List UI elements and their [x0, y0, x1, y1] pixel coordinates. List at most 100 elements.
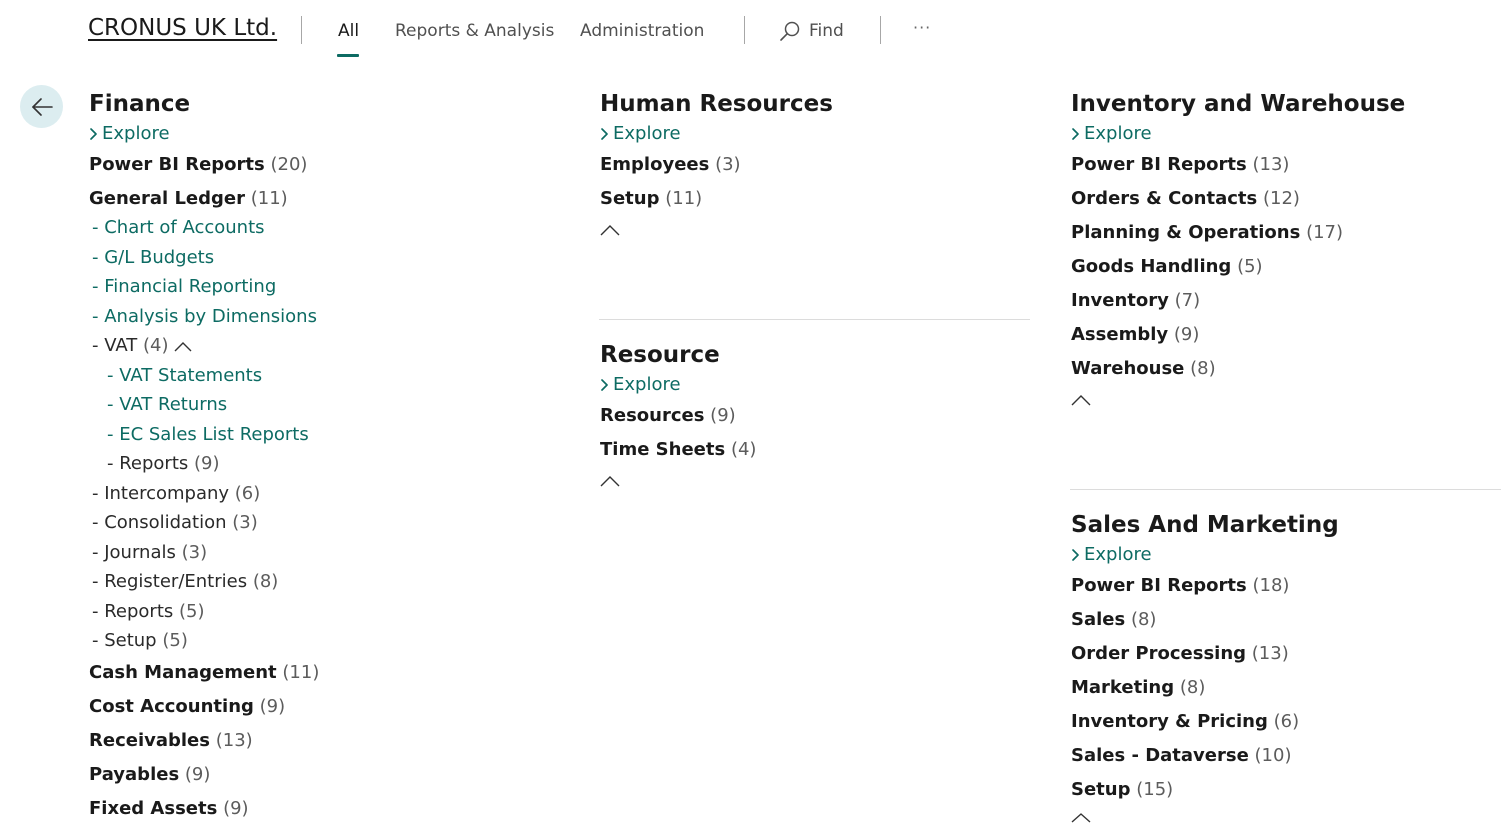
group-count: (17) — [1306, 222, 1344, 243]
subgroup-count: (6) — [234, 482, 261, 504]
finance-section: Finance Explore Power BI Reports (20) Ge… — [89, 89, 569, 826]
link-analysis-by-dimensions[interactable]: - Analysis by Dimensions — [92, 302, 569, 332]
link-chart-of-accounts[interactable]: - Chart of Accounts — [92, 213, 569, 243]
subgroup-setup[interactable]: - Setup (5) — [92, 626, 569, 656]
group-label: Assembly — [1071, 324, 1169, 345]
explore-label: Explore — [1084, 544, 1152, 565]
chevron-right-icon — [601, 128, 608, 140]
group-payables[interactable]: Payables (9) — [89, 758, 569, 792]
group-cash-management[interactable]: Cash Management (11) — [89, 656, 569, 690]
group-count: (13) — [215, 729, 253, 751]
group-label: Warehouse — [1071, 358, 1185, 379]
subgroup-count: (9) — [194, 453, 220, 474]
group-orders-contacts[interactable]: Orders & Contacts (12) — [1071, 182, 1501, 216]
section-title: Human Resources — [600, 91, 833, 117]
chevron-up-icon[interactable] — [174, 341, 192, 352]
section-title: Resource — [600, 342, 720, 368]
link-vat-returns[interactable]: - VAT Returns — [107, 390, 569, 420]
group-label: General Ledger — [89, 188, 245, 209]
group-count: (9) — [223, 797, 249, 819]
divider — [744, 16, 745, 44]
collapse-chevron-up-icon[interactable] — [1071, 813, 1091, 823]
subgroup-vat-reports[interactable]: - Reports (9) — [107, 449, 569, 479]
group-label: Inventory — [1071, 290, 1169, 311]
explore-label: Explore — [613, 123, 681, 144]
explore-link[interactable]: Explore — [1071, 541, 1501, 569]
group-general-ledger[interactable]: General Ledger (11) — [89, 182, 569, 216]
group-marketing[interactable]: Marketing (8) — [1071, 671, 1501, 705]
group-count: (6) — [1273, 711, 1300, 732]
explore-link[interactable]: Explore — [89, 120, 569, 148]
group-label: Setup — [1071, 779, 1131, 800]
group-label: Cost Accounting — [89, 695, 254, 717]
group-power-bi-reports[interactable]: Power BI Reports (18) — [1071, 569, 1501, 603]
general-ledger-subitems: - Chart of Accounts - G/L Budgets - Fina… — [89, 213, 569, 656]
tab-reports-analysis[interactable]: Reports & Analysis — [395, 21, 554, 41]
group-order-processing[interactable]: Order Processing (13) — [1071, 637, 1501, 671]
subgroup-intercompany[interactable]: - Intercompany (6) — [92, 479, 569, 509]
group-count: (9) — [710, 405, 736, 426]
group-warehouse[interactable]: Warehouse (8) — [1071, 352, 1501, 386]
explore-link[interactable]: Explore — [600, 120, 1030, 148]
section-title: Finance — [89, 91, 191, 117]
link-ec-sales-list-reports[interactable]: - EC Sales List Reports — [107, 420, 569, 450]
tab-all[interactable]: All — [338, 21, 359, 41]
human-resources-section: Human Resources Explore Employees (3) Se… — [600, 89, 1030, 236]
collapse-chevron-up-icon[interactable] — [1071, 394, 1091, 406]
group-goods-handling[interactable]: Goods Handling (5) — [1071, 250, 1501, 284]
group-count: (7) — [1174, 290, 1201, 311]
group-setup[interactable]: Setup (15) — [1071, 773, 1501, 807]
subgroup-label: - Reports — [92, 600, 174, 622]
find-button[interactable]: Find — [779, 18, 844, 44]
group-inventory[interactable]: Inventory (7) — [1071, 284, 1501, 318]
collapse-chevron-up-icon[interactable] — [600, 224, 620, 236]
group-label: Receivables — [89, 729, 210, 751]
subgroup-reports[interactable]: - Reports (5) — [92, 597, 569, 627]
link-financial-reporting[interactable]: - Financial Reporting — [92, 272, 569, 302]
group-cost-accounting[interactable]: Cost Accounting (9) — [89, 690, 569, 724]
chevron-right-icon — [1072, 128, 1079, 140]
resource-section: Resource Explore Resources (9) Time Shee… — [600, 340, 1030, 487]
subgroup-count: (5) — [179, 600, 205, 622]
group-assembly[interactable]: Assembly (9) — [1071, 318, 1501, 352]
link-gl-budgets[interactable]: - G/L Budgets — [92, 243, 569, 273]
group-receivables[interactable]: Receivables (13) — [89, 724, 569, 758]
group-setup[interactable]: Setup (11) — [600, 182, 1030, 216]
group-fixed-assets[interactable]: Fixed Assets (9) — [89, 792, 569, 826]
group-power-bi-reports[interactable]: Power BI Reports (20) — [89, 148, 569, 182]
more-options-button[interactable]: ··· — [913, 18, 931, 37]
group-inventory-pricing[interactable]: Inventory & Pricing (6) — [1071, 705, 1501, 739]
subgroup-register-entries[interactable]: - Register/Entries (8) — [92, 567, 569, 597]
group-count: (3) — [715, 154, 741, 175]
explore-label: Explore — [102, 123, 170, 144]
group-count: (4) — [730, 439, 757, 460]
group-count: (13) — [1252, 154, 1290, 175]
group-sales-dataverse[interactable]: Sales - Dataverse (10) — [1071, 739, 1501, 773]
subgroup-count: (5) — [162, 630, 188, 651]
subgroup-label: - Reports — [107, 453, 189, 474]
group-count: (11) — [250, 188, 288, 209]
group-label: Sales — [1071, 609, 1126, 630]
divider — [880, 16, 881, 44]
sales-marketing-section: Sales And Marketing Explore Power BI Rep… — [1071, 510, 1501, 823]
group-employees[interactable]: Employees (3) — [600, 148, 1030, 182]
group-label: Power BI Reports — [89, 154, 265, 175]
group-count: (11) — [282, 661, 320, 683]
explore-link[interactable]: Explore — [600, 371, 1030, 399]
explore-link[interactable]: Explore — [1071, 120, 1501, 148]
group-planning-operations[interactable]: Planning & Operations (17) — [1071, 216, 1501, 250]
collapse-chevron-up-icon[interactable] — [600, 475, 620, 487]
chevron-right-icon — [601, 379, 608, 391]
group-resources[interactable]: Resources (9) — [600, 399, 1030, 433]
back-button[interactable] — [20, 85, 63, 128]
link-vat-statements[interactable]: - VAT Statements — [107, 361, 569, 391]
group-time-sheets[interactable]: Time Sheets (4) — [600, 433, 1030, 467]
subgroup-consolidation[interactable]: - Consolidation (3) — [92, 508, 569, 538]
tab-administration[interactable]: Administration — [580, 21, 704, 41]
group-count: (9) — [1173, 324, 1200, 345]
group-sales[interactable]: Sales (8) — [1071, 603, 1501, 637]
subgroup-journals[interactable]: - Journals (3) — [92, 538, 569, 568]
company-name-link[interactable]: CRONUS UK Ltd. — [88, 15, 277, 41]
group-power-bi-reports[interactable]: Power BI Reports (13) — [1071, 148, 1501, 182]
subgroup-vat[interactable]: - VAT (4) — [92, 331, 569, 361]
